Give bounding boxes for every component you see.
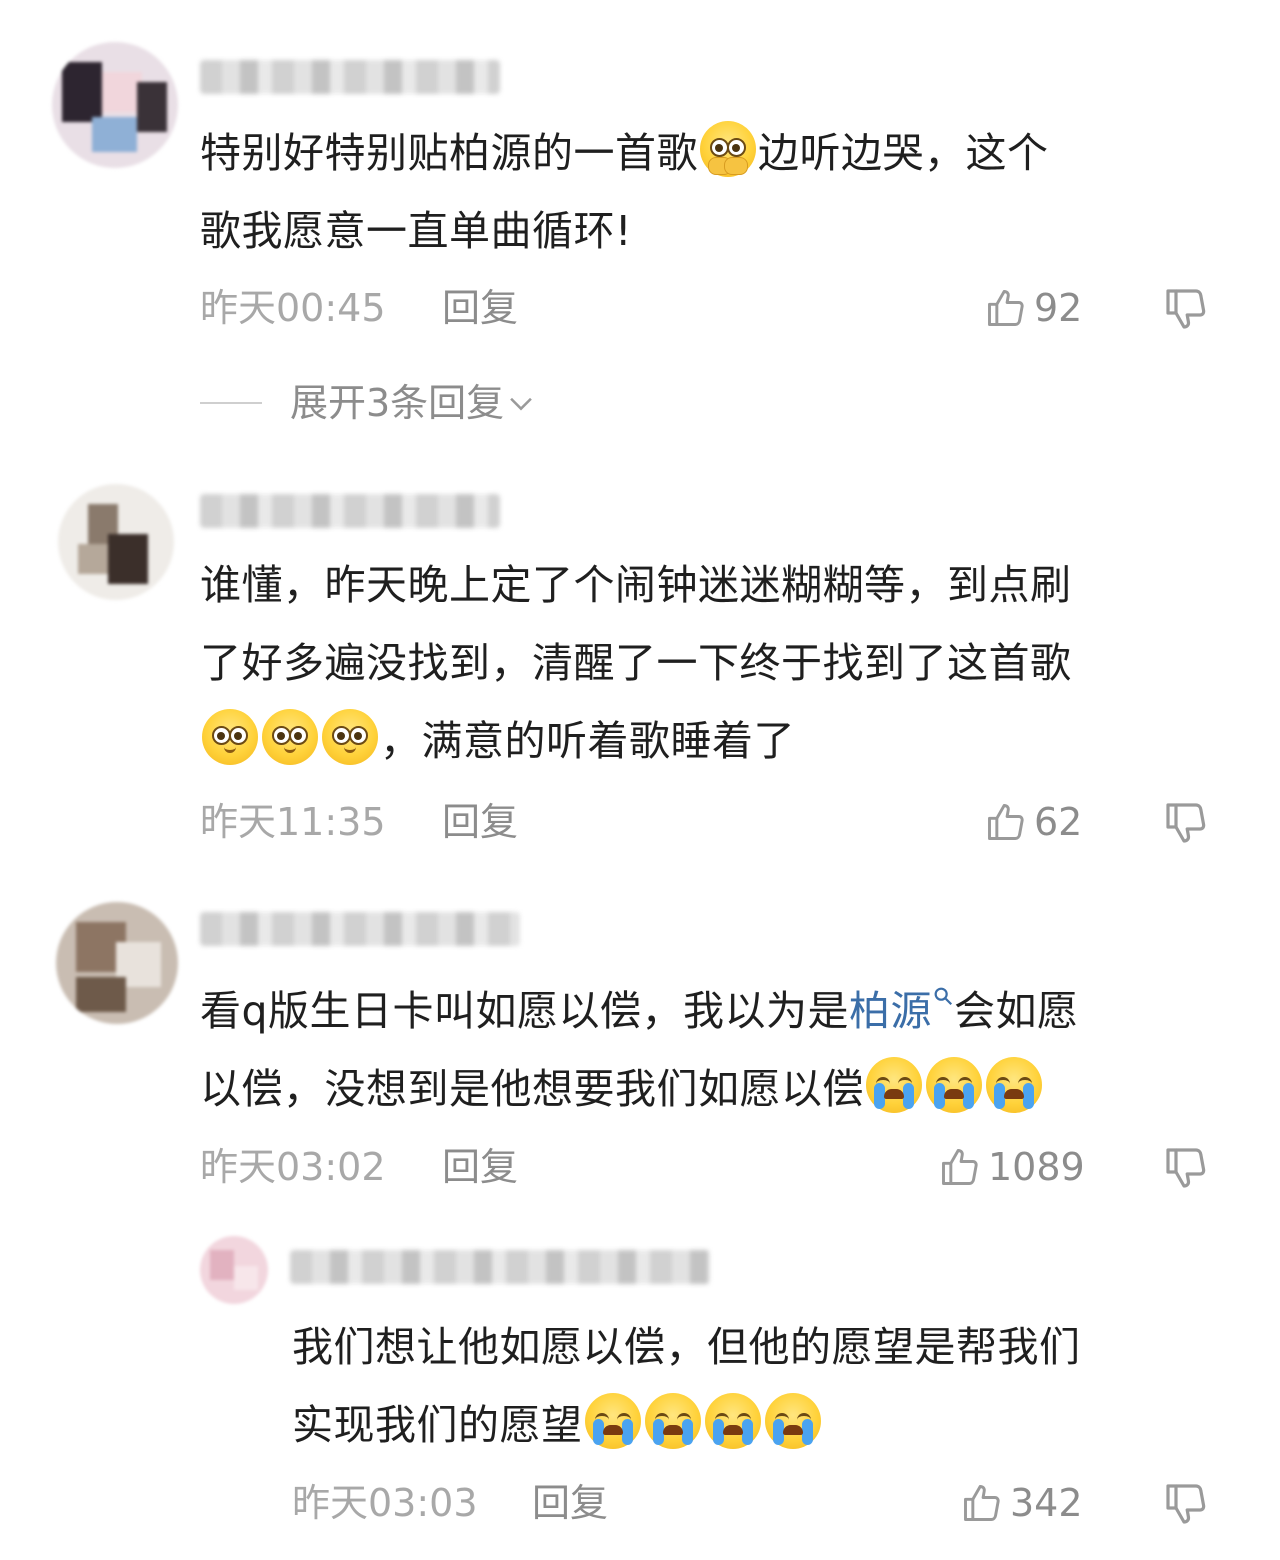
pleading-emoji [262, 709, 318, 765]
search-icon[interactable] [932, 985, 954, 1007]
like-count: 62 [1034, 800, 1083, 844]
crying-emoji [866, 1057, 922, 1113]
like-button[interactable]: 92 [984, 283, 1082, 333]
like-count: 1089 [988, 1145, 1085, 1189]
expand-label: 展开3条回复 [290, 381, 505, 425]
crying-emoji [986, 1057, 1042, 1113]
reply-button[interactable]: 回复 [442, 797, 518, 847]
avatar[interactable] [58, 484, 174, 600]
like-count: 342 [1010, 1481, 1083, 1525]
comment-text: 看q版生日卡叫如愿以偿，我以为是柏源 会如愿 以偿，没想到是他想要我们如愿以偿 [200, 985, 1079, 1113]
thumbs-up-icon [988, 290, 1024, 326]
thumbs-up-icon [988, 804, 1024, 840]
like-button[interactable]: 1089 [938, 1142, 1085, 1192]
username-blurred[interactable] [200, 912, 520, 946]
crying-emoji [926, 1057, 982, 1113]
thumbs-down-icon[interactable] [1162, 1480, 1210, 1528]
reply-button[interactable]: 回复 [532, 1478, 608, 1528]
thumbs-down-icon[interactable] [1162, 1144, 1210, 1192]
like-button[interactable]: 62 [984, 797, 1082, 847]
comment-text: 特别好特别贴柏源的一首歌 边听边哭，这个 歌我愿意一直单曲循环! [200, 114, 1240, 270]
divider-line [200, 402, 262, 404]
comment-text: 谁懂，昨天晚上定了个闹钟迷迷糊糊等，到点刷 了好多遍没找到，清醒了一下终于找到了这… [200, 561, 1072, 765]
comment-time: 昨天03:03 [292, 1481, 478, 1525]
comment-time: 昨天03:02 [200, 1145, 386, 1189]
chevron-down-icon [510, 397, 533, 411]
comment-text: 我们想让他如愿以偿，但他的愿望是帮我们 实现我们的愿望 [292, 1323, 1081, 1449]
comment-time: 昨天00:45 [200, 286, 386, 330]
reply-button[interactable]: 回复 [442, 283, 518, 333]
pleading-emoji [322, 709, 378, 765]
thumbs-up-icon [942, 1149, 978, 1185]
reply-button[interactable]: 回复 [442, 1142, 518, 1192]
like-count: 92 [1034, 286, 1083, 330]
like-button[interactable]: 342 [960, 1478, 1083, 1528]
thumbs-down-icon[interactable] [1162, 799, 1210, 847]
expand-replies-button[interactable]: 展开3条回复 [200, 378, 538, 428]
crying-emoji [644, 1393, 701, 1449]
username-blurred[interactable] [200, 60, 500, 94]
crying-emoji [584, 1393, 641, 1449]
pleading-emoji [202, 709, 258, 765]
avatar[interactable] [200, 1236, 268, 1304]
topic-link[interactable]: 柏源 [849, 987, 932, 1035]
comment-time: 昨天11:35 [200, 800, 386, 844]
avatar[interactable] [56, 902, 178, 1024]
crying-emoji [764, 1393, 821, 1449]
crying-emoji [704, 1393, 761, 1449]
thumbs-up-icon [964, 1485, 1000, 1521]
pleading-hands-emoji [700, 121, 756, 177]
username-blurred[interactable] [290, 1250, 710, 1284]
thumbs-down-icon[interactable] [1162, 285, 1210, 333]
username-blurred[interactable] [200, 494, 500, 528]
avatar[interactable] [52, 42, 178, 168]
